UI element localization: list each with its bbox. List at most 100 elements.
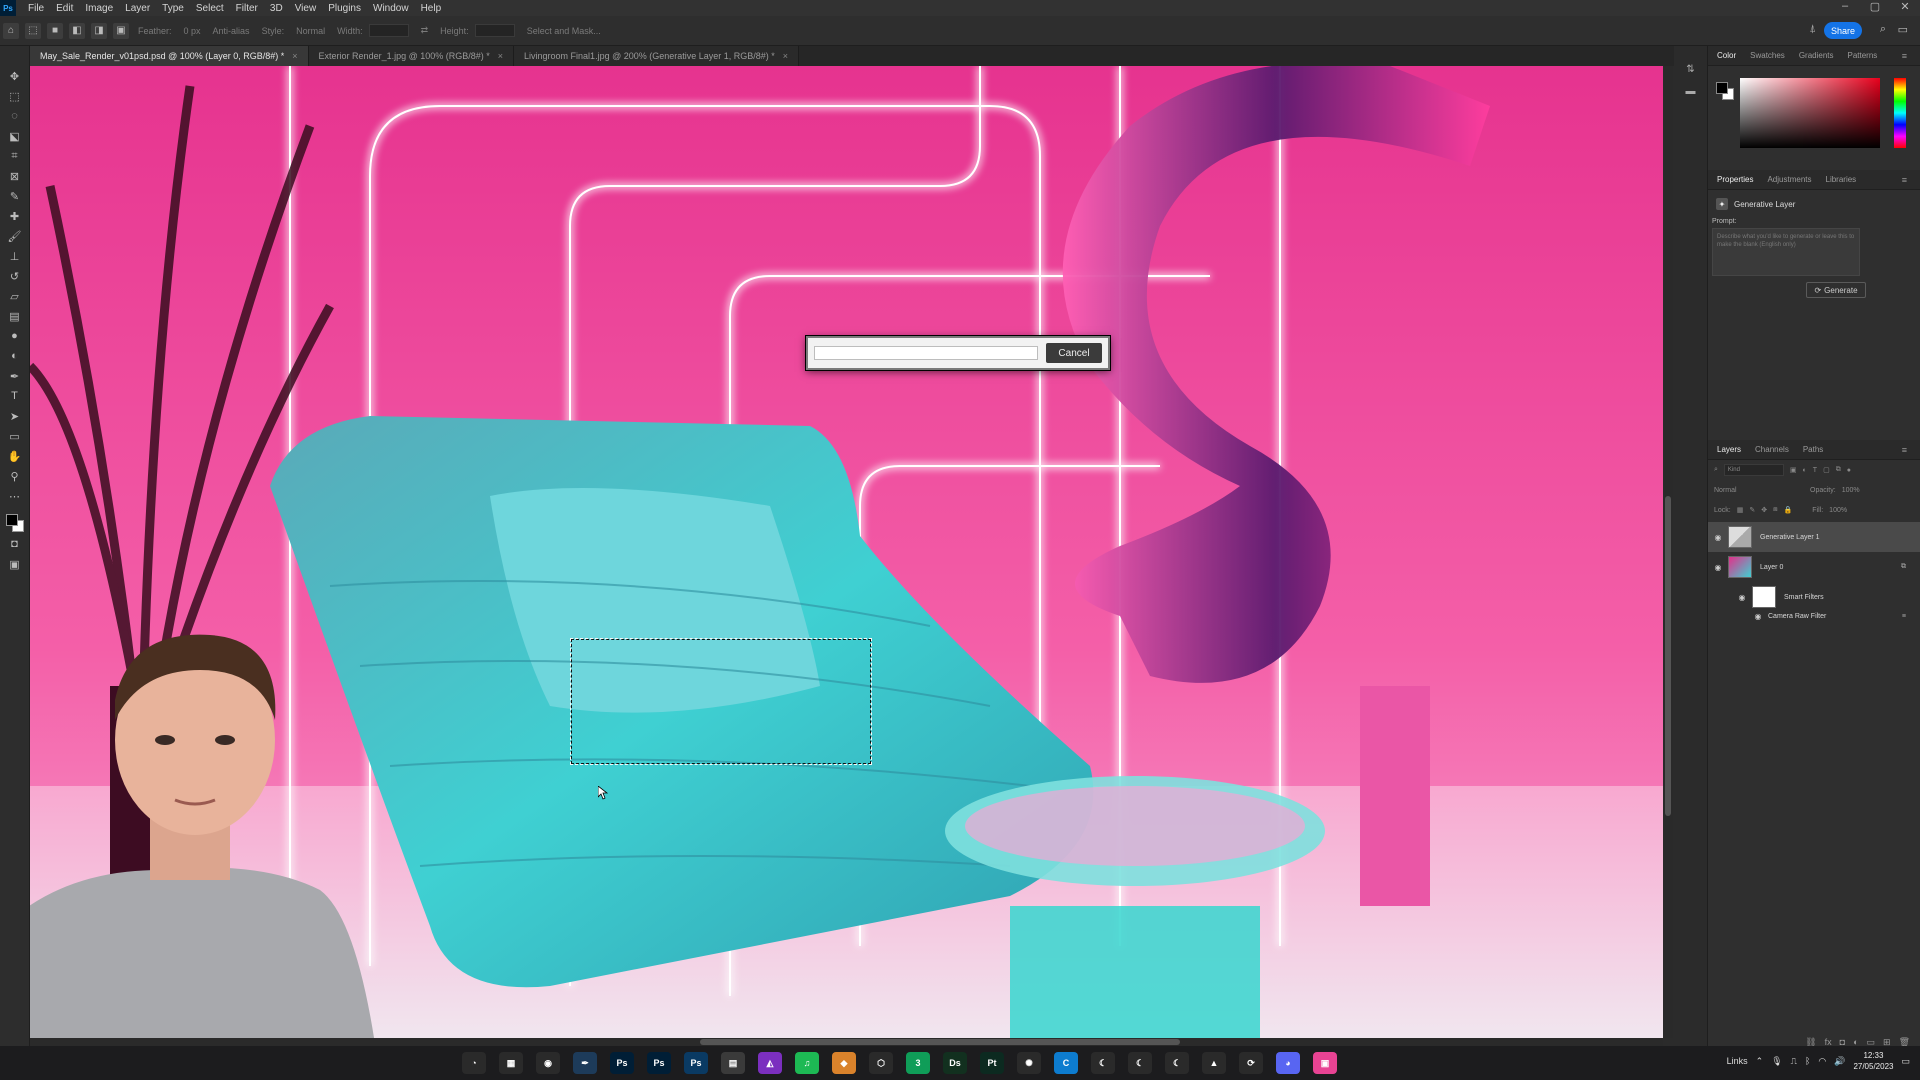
menu-file[interactable]: File — [22, 3, 50, 14]
photoshop-icon[interactable]: Ps — [610, 1052, 634, 1074]
bluetooth-icon[interactable]: ᛒ — [1805, 1056, 1810, 1066]
box-icon[interactable]: ◆ — [832, 1052, 856, 1074]
more-tools-icon[interactable]: ⋯ — [7, 488, 23, 504]
new-selection-icon[interactable]: ■ — [47, 22, 63, 39]
swap-icon[interactable]: ⇄ — [421, 25, 429, 36]
menu-help[interactable]: Help — [415, 3, 448, 14]
rectangle-tool-icon[interactable]: ▭ — [7, 428, 23, 444]
intersect-selection-icon[interactable]: ▣ — [113, 22, 129, 39]
filter-adjust-icon[interactable]: ◐ — [1803, 467, 1807, 474]
scroll-thumb[interactable] — [1665, 496, 1671, 816]
prompt-input[interactable]: Describe what you'd like to generate or … — [1712, 228, 1860, 276]
marquee-tool-icon[interactable]: ⬚ — [25, 22, 41, 39]
chrome-icon[interactable]: ◉ — [536, 1052, 560, 1074]
rhino2-icon[interactable]: ☾ — [1128, 1052, 1152, 1074]
color-swatches[interactable] — [4, 512, 26, 534]
hand-tool-icon[interactable]: ✋ — [7, 448, 23, 464]
type-tool-icon[interactable]: T — [7, 388, 23, 404]
spotify-icon[interactable]: ♫ — [795, 1052, 819, 1074]
document-canvas[interactable] — [30, 66, 1663, 1038]
crop-tool-icon[interactable]: ⌗ — [7, 148, 23, 164]
network-icon[interactable]: ⎍ — [1791, 1056, 1797, 1067]
tab-color[interactable]: Color — [1710, 51, 1743, 60]
layer-row-generative-layer-1[interactable]: ◉ Generative Layer 1 — [1708, 522, 1920, 552]
blender-icon[interactable]: ✺ — [1017, 1052, 1041, 1074]
maximize-button[interactable]: ▢ — [1860, 0, 1890, 13]
rhino3-icon[interactable]: ☾ — [1165, 1052, 1189, 1074]
menu-image[interactable]: Image — [79, 3, 119, 14]
painter-icon[interactable]: Pt — [980, 1052, 1004, 1074]
zoom-tool-icon[interactable]: ⚲ — [7, 468, 23, 484]
stamp-tool-icon[interactable]: ⊥ — [7, 248, 23, 264]
lock-position-icon[interactable]: ✥ — [1761, 506, 1767, 514]
affinity-icon[interactable]: ◭ — [758, 1052, 782, 1074]
close-tab-icon[interactable]: × — [783, 51, 788, 61]
menu-3d[interactable]: 3D — [264, 3, 289, 14]
lasso-tool-icon[interactable]: ◌ — [7, 108, 23, 124]
eye-icon[interactable]: ◉ — [1748, 612, 1768, 621]
filter-toggle-icon[interactable]: ● — [1847, 467, 1851, 474]
panel-menu-icon[interactable]: ≡ — [1895, 445, 1914, 455]
close-window-button[interactable]: ✕ — [1890, 0, 1920, 13]
volume-icon[interactable]: 🔊 — [1834, 1056, 1845, 1067]
minimize-button[interactable]: – — [1830, 0, 1860, 13]
gallery-icon[interactable]: ▣ — [1313, 1052, 1337, 1074]
foreground-swatch[interactable] — [1716, 82, 1728, 94]
history-panel-icon[interactable]: ⇅ — [1684, 64, 1698, 78]
menu-window[interactable]: Window — [367, 3, 415, 14]
share-button[interactable]: Share — [1824, 22, 1862, 39]
lock-all-icon[interactable]: 🔒 — [1784, 506, 1793, 514]
layer-row-layer-0[interactable]: ◉ Layer 0 ⧉ — [1708, 552, 1920, 582]
contextual-bar-icon[interactable]: ⍋ — [1809, 23, 1816, 36]
panel-menu-icon[interactable]: ≡ — [1895, 175, 1914, 185]
cinema-icon[interactable]: C — [1054, 1052, 1078, 1074]
foreground-color-swatch[interactable] — [5, 514, 18, 526]
screen-mode-icon[interactable]: ▣ — [7, 556, 23, 572]
subtract-selection-icon[interactable]: ◨ — [91, 22, 107, 39]
cube-icon[interactable]: ⬡ — [869, 1052, 893, 1074]
tab-properties[interactable]: Properties — [1710, 175, 1760, 184]
menu-view[interactable]: View — [289, 3, 323, 14]
fill-value[interactable]: 100% — [1829, 507, 1847, 514]
wifi-icon[interactable]: ◠ — [1818, 1056, 1826, 1067]
lock-pixels-icon[interactable]: ▦ — [1737, 506, 1744, 514]
object-select-tool-icon[interactable]: ⬕ — [7, 128, 23, 144]
links-label[interactable]: Links — [1727, 1056, 1748, 1066]
tab-patterns[interactable]: Patterns — [1841, 51, 1885, 60]
brush-tool-icon[interactable]: 🖌 — [7, 228, 23, 244]
notifications-icon[interactable]: ▭ — [1901, 1056, 1910, 1067]
tab-swatches[interactable]: Swatches — [1743, 51, 1792, 60]
add-selection-icon[interactable]: ◧ — [69, 22, 85, 39]
cancel-button[interactable]: Cancel — [1046, 343, 1102, 363]
tab-may-sale-render[interactable]: May_Sale_Render_v01psd.psd @ 100% (Layer… — [30, 46, 309, 66]
path-select-tool-icon[interactable]: ➤ — [7, 408, 23, 424]
tab-livingroom-final[interactable]: Livingroom Final1.jpg @ 200% (Generative… — [514, 46, 800, 66]
eraser-tool-icon[interactable]: ▱ — [7, 288, 23, 304]
home-icon[interactable]: ⌂ — [3, 22, 19, 39]
rhino-icon[interactable]: ☾ — [1091, 1052, 1115, 1074]
layer-row-camera-raw-filter[interactable]: ◉ Camera Raw Filter ≡ — [1708, 606, 1920, 626]
panel-menu-icon[interactable]: ≡ — [1895, 51, 1914, 61]
clock-icon[interactable]: ◔ — [462, 1052, 486, 1074]
eyedropper-tool-icon[interactable]: ✎ — [7, 188, 23, 204]
filter-smart-icon[interactable]: ⧉ — [1836, 466, 1841, 474]
quick-mask-icon[interactable]: ◘ — [7, 536, 23, 552]
tab-layers[interactable]: Layers — [1710, 445, 1748, 454]
chevron-up-icon[interactable]: ⌃ — [1756, 1056, 1764, 1067]
feather-value[interactable]: 0 px — [184, 26, 201, 36]
kind-filter-select[interactable]: Kind — [1723, 464, 1784, 476]
dodge-tool-icon[interactable]: ◐ — [7, 348, 23, 364]
tab-exterior-render[interactable]: Exterior Render_1.jpg @ 100% (RGB/8#) * … — [308, 46, 515, 66]
photoshop-beta-icon[interactable]: Ps — [647, 1052, 671, 1074]
gradient-tool-icon[interactable]: ▤ — [7, 308, 23, 324]
lock-artboard-icon[interactable]: ⧈ — [1773, 506, 1777, 514]
width-field[interactable] — [368, 24, 409, 37]
antialias-checkbox[interactable]: Anti-alias — [213, 26, 250, 36]
pen-icon[interactable]: ✒ — [573, 1052, 597, 1074]
move-tool-icon[interactable]: ✥ — [7, 68, 23, 84]
menu-select[interactable]: Select — [190, 3, 230, 14]
tab-adjustments[interactable]: Adjustments — [1760, 175, 1818, 184]
style-select[interactable]: Normal — [296, 26, 325, 36]
pen-tool-icon[interactable]: ✒ — [7, 368, 23, 384]
eye-icon[interactable]: ◉ — [1708, 533, 1728, 542]
